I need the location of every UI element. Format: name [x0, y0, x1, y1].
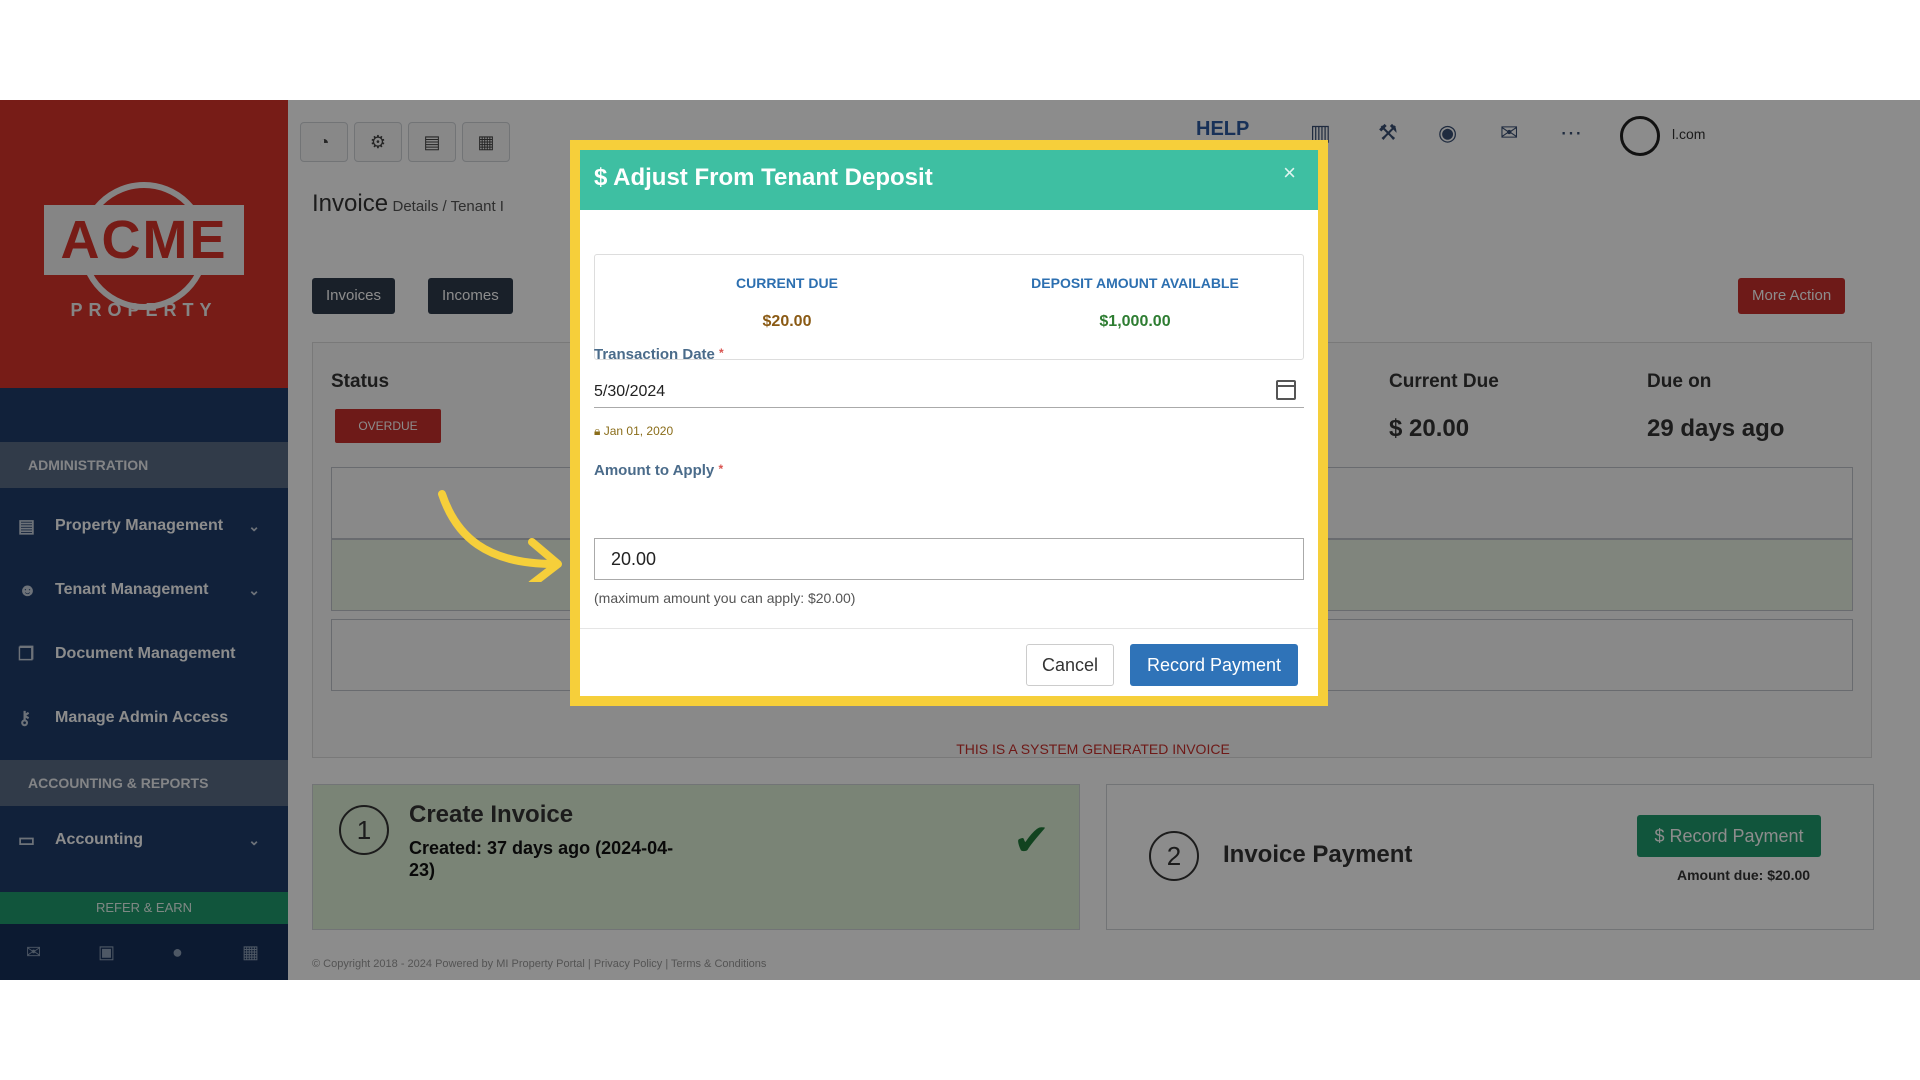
balance-summary: CURRENT DUE $20.00 DEPOSIT AMOUNT AVAILA…	[594, 254, 1304, 360]
current-due-label: CURRENT DUE	[736, 275, 838, 291]
field-label-text: Transaction Date	[594, 346, 715, 363]
modal-footer-divider	[580, 628, 1318, 629]
modal-title: $ Adjust From Tenant Deposit	[594, 164, 933, 191]
current-due-value: $20.00	[762, 313, 812, 330]
lock-date-text: Jan 01, 2020	[603, 424, 674, 438]
close-icon[interactable]: ×	[1283, 160, 1296, 186]
deposit-value: $1,000.00	[1099, 313, 1171, 330]
calendar-icon[interactable]	[1276, 380, 1296, 400]
modal-header: $ Adjust From Tenant Deposit ×	[580, 150, 1318, 210]
lock-icon: 🔒︎	[594, 424, 601, 438]
required-mark: *	[719, 346, 724, 360]
record-payment-button[interactable]: Record Payment	[1130, 644, 1298, 686]
cancel-button[interactable]: Cancel	[1026, 644, 1114, 686]
modal-highlight-frame: $ Adjust From Tenant Deposit × CURRENT D…	[570, 140, 1328, 706]
adjust-deposit-modal: $ Adjust From Tenant Deposit × CURRENT D…	[580, 150, 1318, 696]
required-mark: *	[718, 462, 724, 476]
current-due-col: CURRENT DUE $20.00	[637, 275, 937, 331]
transaction-date-input[interactable]	[594, 376, 1304, 408]
amount-to-apply-label: Amount to Apply *	[594, 462, 723, 479]
amount-to-apply-input[interactable]	[594, 538, 1304, 580]
app-frame: ACME PROPERTY ADMINISTRATION ▤ Property …	[0, 100, 1920, 980]
amount-help-text: (maximum amount you can apply: $20.00)	[594, 590, 856, 606]
deposit-label: DEPOSIT AMOUNT AVAILABLE	[1031, 275, 1239, 291]
transaction-date-label: Transaction Date *	[594, 346, 724, 363]
lock-date-note: 🔒︎ Jan 01, 2020	[594, 424, 673, 439]
pointer-arrow-icon	[438, 490, 562, 582]
deposit-col: DEPOSIT AMOUNT AVAILABLE $1,000.00	[985, 275, 1285, 331]
field-label-text: Amount to Apply	[594, 462, 715, 479]
